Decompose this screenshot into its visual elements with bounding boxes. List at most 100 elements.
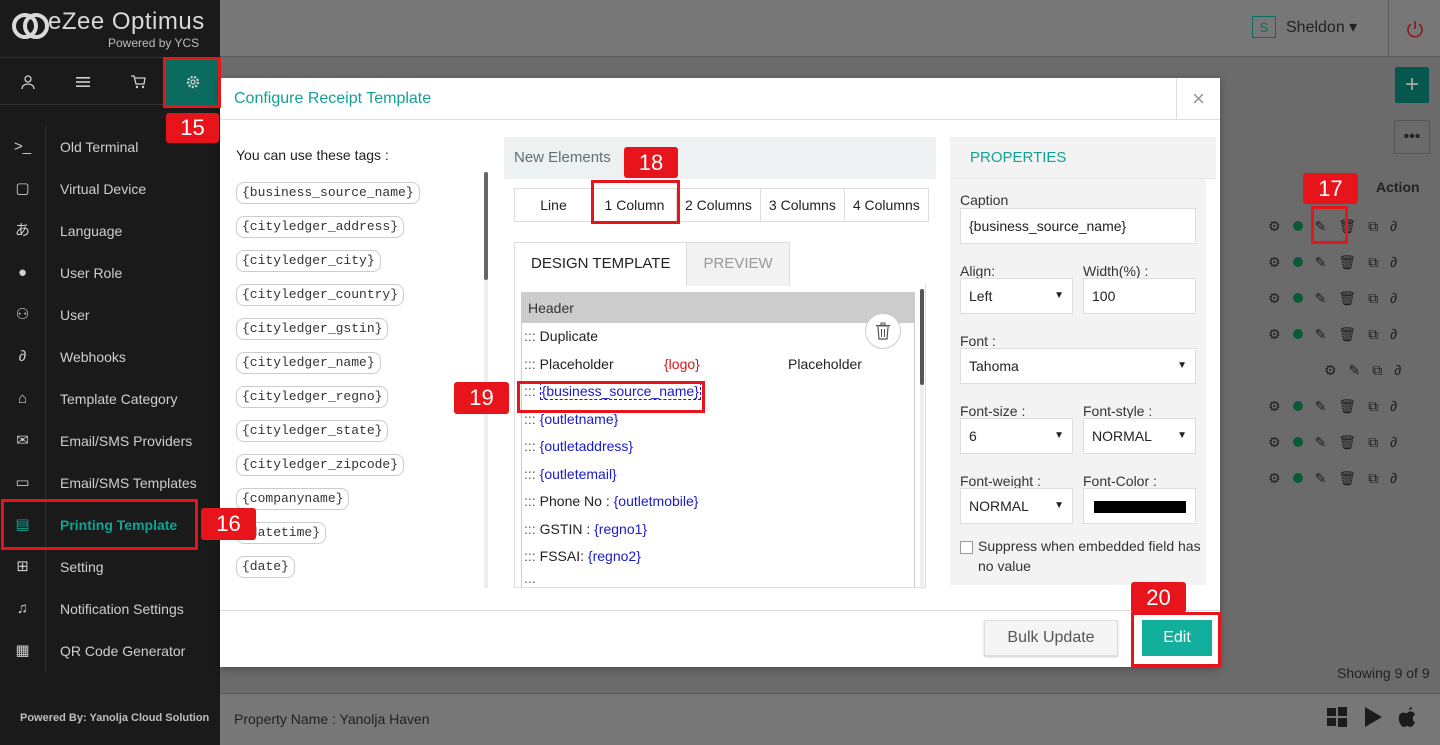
tag-item[interactable]: {cityledger_address} <box>236 216 405 238</box>
tag-item[interactable]: {cityledger_name} <box>236 352 381 374</box>
windows-icon[interactable] <box>1326 706 1348 734</box>
copy-icon[interactable]: ⧉ <box>1368 326 1378 343</box>
design-row[interactable]: ::: {outletaddress} <box>522 433 914 461</box>
copy-icon[interactable]: ⧉ <box>1368 254 1378 271</box>
settings-icon[interactable]: ⚙ <box>1268 398 1281 415</box>
tags-scrollbar[interactable] <box>484 172 488 588</box>
drag-handle-icon[interactable]: ::: <box>524 576 536 588</box>
three-columns-button[interactable]: 3 Columns <box>760 189 845 221</box>
tag-item[interactable]: {cityledger_regno} <box>236 386 389 408</box>
close-icon[interactable]: × <box>1176 78 1220 120</box>
copy-icon[interactable]: ⧉ <box>1368 398 1378 415</box>
settings-icon[interactable]: ⚙ <box>1324 362 1337 379</box>
link-icon[interactable]: ∂ <box>1390 254 1397 270</box>
edit-icon[interactable]: ✎ <box>1349 362 1361 379</box>
sidebar-item-webhooks[interactable]: ∂ Webhooks <box>0 336 220 378</box>
font-color-picker[interactable] <box>1083 488 1196 524</box>
design-row[interactable]: ::: Phone No : {outletmobile} <box>522 488 914 516</box>
list-icon[interactable] <box>55 58 110 105</box>
copy-icon[interactable]: ⧉ <box>1372 362 1382 379</box>
settings-icon[interactable]: ⚙ <box>1268 326 1281 343</box>
font-style-select[interactable]: NORMAL <box>1083 418 1196 454</box>
tag-item[interactable]: {business_source_name} <box>236 182 420 204</box>
design-row[interactable]: ::: {outletemail} <box>522 461 914 489</box>
settings-icon[interactable]: ⚙ <box>1268 434 1281 451</box>
user-menu[interactable]: S Sheldon ▾ <box>1252 16 1357 38</box>
scrollbar-thumb[interactable] <box>484 172 488 280</box>
user-icon[interactable] <box>0 58 55 105</box>
design-row[interactable]: ::: GSTIN : {regno1} <box>522 516 914 544</box>
caption-input[interactable]: {business_source_name} <box>960 208 1196 244</box>
width-input[interactable]: 100 <box>1083 278 1196 314</box>
align-select[interactable]: Left <box>960 278 1073 314</box>
cart-icon[interactable] <box>110 58 165 105</box>
drag-handle-icon[interactable]: ::: <box>524 466 536 482</box>
sidebar-item-user[interactable]: ⚇ User <box>0 294 220 336</box>
delete-icon[interactable]: 🗑 <box>1338 470 1356 487</box>
apple-icon[interactable] <box>1398 706 1418 734</box>
tab-design-template[interactable]: DESIGN TEMPLATE <box>514 242 688 286</box>
edit-icon[interactable]: ✎ <box>1315 326 1327 343</box>
copy-icon[interactable]: ⧉ <box>1368 434 1378 451</box>
tag-item[interactable]: {cityledger_city} <box>236 250 381 272</box>
tag-item[interactable]: {cityledger_gstin} <box>236 318 389 340</box>
font-select[interactable]: Tahoma <box>960 348 1196 384</box>
sidebar-item-language[interactable]: あ Language <box>0 210 220 252</box>
sidebar-item-email-sms-providers[interactable]: ✉ Email/SMS Providers <box>0 420 220 462</box>
more-options-button[interactable]: ••• <box>1394 120 1430 154</box>
copy-icon[interactable]: ⧉ <box>1368 290 1378 307</box>
design-scrollbar[interactable] <box>920 289 924 589</box>
add-button[interactable]: + <box>1395 67 1429 103</box>
power-icon[interactable] <box>1388 0 1440 57</box>
link-icon[interactable]: ∂ <box>1390 470 1397 486</box>
font-size-select[interactable]: 6 <box>960 418 1073 454</box>
four-columns-button[interactable]: 4 Columns <box>844 189 928 221</box>
bulk-update-button[interactable]: Bulk Update <box>984 620 1118 656</box>
design-row[interactable]: ::: Placeholder {logo} Placeholder <box>522 351 914 379</box>
delete-icon[interactable]: 🗑 <box>1338 398 1356 415</box>
sidebar-item-setting[interactable]: ⊞ Setting <box>0 546 220 588</box>
sidebar-item-template-category[interactable]: ⌂ Template Category <box>0 378 220 420</box>
edit-icon[interactable]: ✎ <box>1315 434 1327 451</box>
edit-icon[interactable]: ✎ <box>1315 398 1327 415</box>
link-icon[interactable]: ∂ <box>1394 362 1401 378</box>
copy-icon[interactable]: ⧉ <box>1368 470 1378 487</box>
tag-item[interactable]: {cityledger_zipcode} <box>236 454 405 476</box>
delete-icon[interactable]: 🗑 <box>1338 254 1356 271</box>
design-row[interactable]: ::: Duplicate <box>522 323 914 351</box>
drag-handle-icon[interactable]: ::: <box>524 328 536 344</box>
edit-icon[interactable]: ✎ <box>1315 470 1327 487</box>
settings-icon[interactable]: ⚙ <box>1268 470 1281 487</box>
settings-icon[interactable]: ⚙ <box>1268 218 1281 235</box>
link-icon[interactable]: ∂ <box>1390 326 1397 342</box>
link-icon[interactable]: ∂ <box>1390 218 1397 234</box>
line-element-button[interactable]: Line <box>515 189 593 221</box>
drag-handle-icon[interactable]: ::: <box>524 356 536 372</box>
sidebar-item-email-sms-templates[interactable]: ▭ Email/SMS Templates <box>0 462 220 504</box>
font-weight-select[interactable]: NORMAL <box>960 488 1073 524</box>
two-columns-button[interactable]: 2 Columns <box>677 189 761 221</box>
link-icon[interactable]: ∂ <box>1390 434 1397 450</box>
sidebar-item-qr-code-generator[interactable]: ▦ QR Code Generator <box>0 630 220 672</box>
edit-icon[interactable]: ✎ <box>1315 254 1327 271</box>
drag-handle-icon[interactable]: ::: <box>524 548 536 564</box>
settings-icon[interactable]: ⚙ <box>1268 290 1281 307</box>
drag-handle-icon[interactable]: ::: <box>524 438 536 454</box>
settings-icon[interactable]: ⚙ <box>1268 254 1281 271</box>
suppress-checkbox[interactable] <box>960 541 973 554</box>
link-icon[interactable]: ∂ <box>1390 290 1397 306</box>
design-row[interactable]: ::: <box>522 571 914 588</box>
link-icon[interactable]: ∂ <box>1390 398 1397 414</box>
scrollbar-thumb[interactable] <box>920 289 924 385</box>
drag-handle-icon[interactable]: ::: <box>524 493 536 509</box>
design-row[interactable]: ::: FSSAI: {regno2} <box>522 543 914 571</box>
drag-handle-icon[interactable]: ::: <box>524 521 536 537</box>
delete-icon[interactable]: 🗑 <box>1338 434 1356 451</box>
sidebar-item-user-role[interactable]: ● User Role <box>0 252 220 294</box>
sidebar-item-virtual-device[interactable]: ▢ Virtual Device <box>0 168 220 210</box>
copy-icon[interactable]: ⧉ <box>1368 218 1378 235</box>
tab-preview[interactable]: PREVIEW <box>687 242 790 286</box>
tag-item[interactable]: {companyname} <box>236 488 350 510</box>
properties-scrollbar[interactable] <box>1206 179 1216 585</box>
delete-icon[interactable]: 🗑 <box>1338 290 1356 307</box>
